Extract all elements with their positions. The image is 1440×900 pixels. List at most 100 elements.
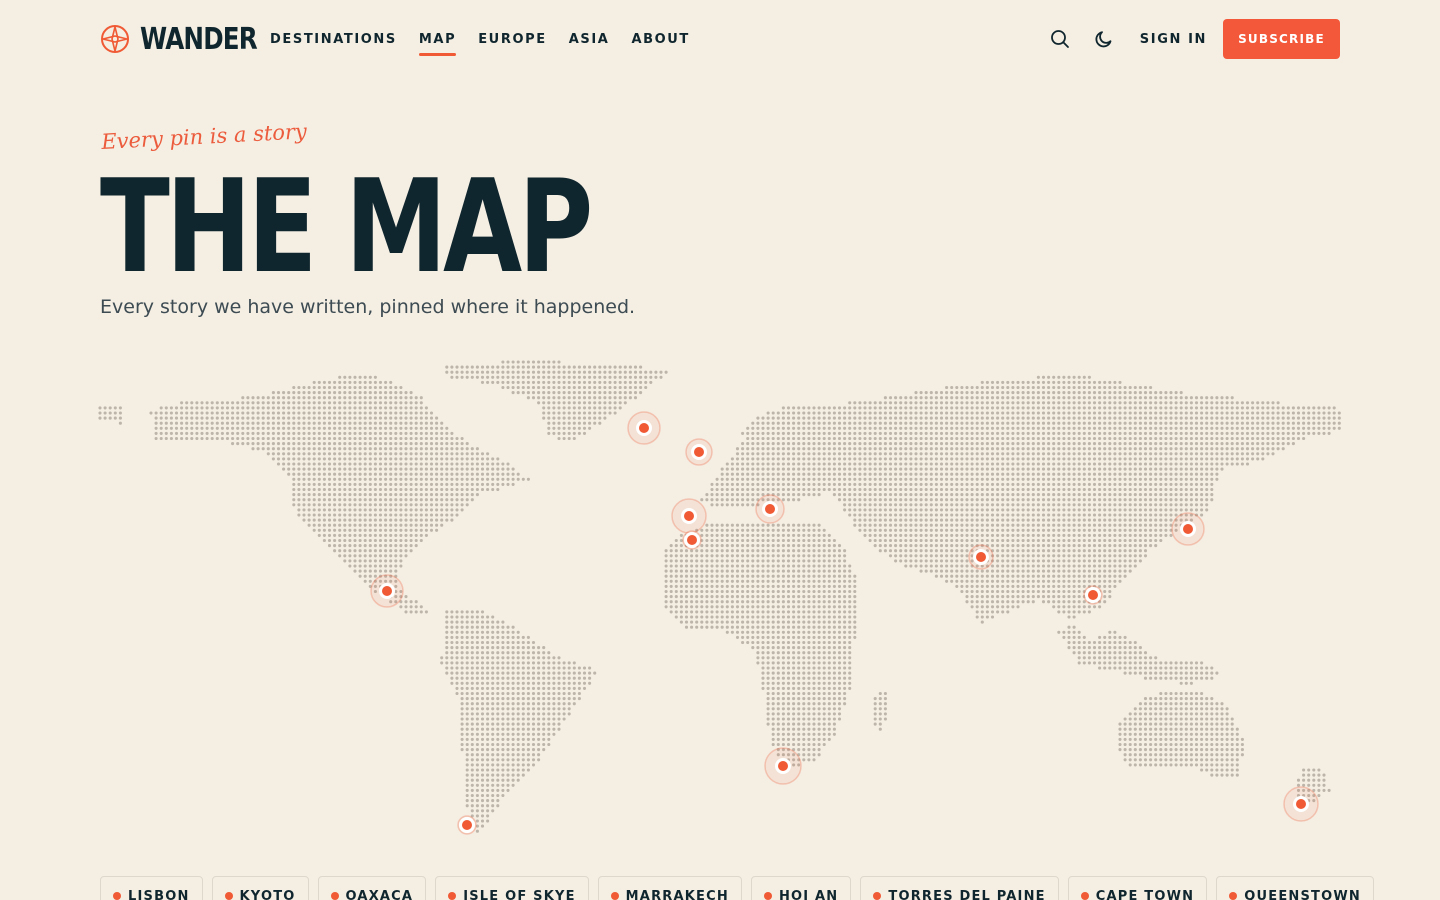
map-dot (1077, 421, 1081, 425)
map-dot (710, 538, 714, 543)
map-dot (797, 477, 801, 481)
map-dot (404, 426, 408, 430)
map-dot (715, 523, 719, 527)
map-dot (435, 447, 439, 451)
map-dot (792, 467, 796, 471)
map-dot (455, 436, 459, 441)
nav-item-destinations[interactable]: DESTINATIONS (270, 26, 397, 53)
map-dot (1149, 477, 1153, 481)
map-dot (384, 554, 388, 558)
map-dot (1011, 523, 1015, 527)
map-dot (297, 487, 301, 492)
map-dot (766, 467, 770, 471)
map-dot (322, 513, 326, 517)
map-dot (1184, 396, 1188, 400)
map-dot (506, 385, 510, 390)
nav-item-map[interactable]: MAP (418, 26, 457, 56)
map-dot (1123, 493, 1127, 497)
map-dot (1286, 426, 1290, 430)
map-dot (327, 447, 332, 451)
map-dot (358, 518, 362, 522)
map-dot (1062, 533, 1066, 537)
map-dot (429, 508, 434, 512)
theme-toggle-button[interactable] (1092, 27, 1116, 51)
map-dot (929, 416, 933, 420)
map-dot (353, 493, 357, 497)
map-dot (343, 396, 347, 400)
nav-item-europe[interactable]: EUROPE (478, 26, 547, 53)
map-dot (853, 487, 857, 492)
nav-item-asia[interactable]: ASIA (569, 26, 610, 53)
map-dot (353, 523, 357, 527)
map-dot (1052, 549, 1056, 553)
map-dot (970, 436, 974, 441)
map-dot (1087, 554, 1091, 558)
map-dot (394, 385, 398, 390)
map-dot (419, 442, 423, 446)
map-dot (1133, 442, 1137, 446)
map-dot (292, 401, 296, 405)
map-dot (389, 523, 393, 527)
map-dot (1235, 431, 1239, 435)
brand-logo[interactable]: WANDER (100, 22, 270, 57)
map-dot (562, 431, 566, 435)
map-dot (1052, 533, 1056, 537)
map-dot (1184, 442, 1188, 446)
map-dot (343, 411, 347, 415)
map-dot (368, 538, 372, 543)
map-dot (822, 554, 826, 558)
map-dot (843, 457, 847, 461)
map-dot (1240, 452, 1244, 456)
map-dot (924, 462, 928, 466)
map-dot (980, 442, 984, 446)
map-dot (919, 549, 923, 553)
map-dot (1098, 421, 1102, 425)
map-dot (1041, 554, 1046, 558)
search-button[interactable] (1048, 27, 1072, 51)
map-dot (955, 406, 959, 410)
map-dot (1118, 411, 1122, 415)
map-dot (358, 482, 362, 486)
map-dot (593, 380, 597, 384)
map-dot (363, 426, 367, 430)
map-dot (1016, 452, 1020, 456)
map-dot (460, 498, 464, 502)
map-dot (516, 380, 520, 384)
map-dot (1159, 503, 1163, 507)
map-dot (1220, 452, 1224, 456)
map-dot (1031, 508, 1035, 512)
nav-item-about[interactable]: ABOUT (631, 26, 689, 53)
map-dot (414, 447, 418, 451)
map-dot (812, 431, 816, 435)
map-dot (368, 452, 372, 456)
map-dot (435, 457, 439, 461)
map-dot (1057, 380, 1061, 384)
map-dot (812, 533, 816, 537)
map-dot (878, 452, 882, 456)
sign-in-link[interactable]: SIGN IN (1140, 32, 1207, 47)
map-dot (317, 487, 321, 492)
map-dot (883, 528, 887, 532)
map-dot (1031, 431, 1035, 435)
map-dot (496, 482, 500, 486)
map-dot (1266, 442, 1270, 446)
map-dot (1159, 472, 1163, 476)
map-dot (1082, 385, 1086, 390)
map-dot (1312, 416, 1316, 420)
map-dot (1159, 457, 1163, 461)
map-dot (1164, 442, 1168, 446)
map-dot (950, 436, 954, 441)
map-dot (1245, 462, 1250, 466)
map-dot (945, 477, 949, 481)
map-dot (282, 396, 286, 400)
map-dot (491, 472, 495, 476)
map-dot (1215, 421, 1219, 425)
map-dot (1026, 554, 1030, 558)
map-dot (883, 503, 887, 507)
map-dot (445, 472, 449, 476)
map-dot (338, 452, 342, 456)
map-dot (863, 452, 867, 456)
map-dot (1205, 477, 1209, 481)
subscribe-button[interactable]: SUBSCRIBE (1223, 19, 1340, 59)
map-dot (812, 472, 816, 476)
